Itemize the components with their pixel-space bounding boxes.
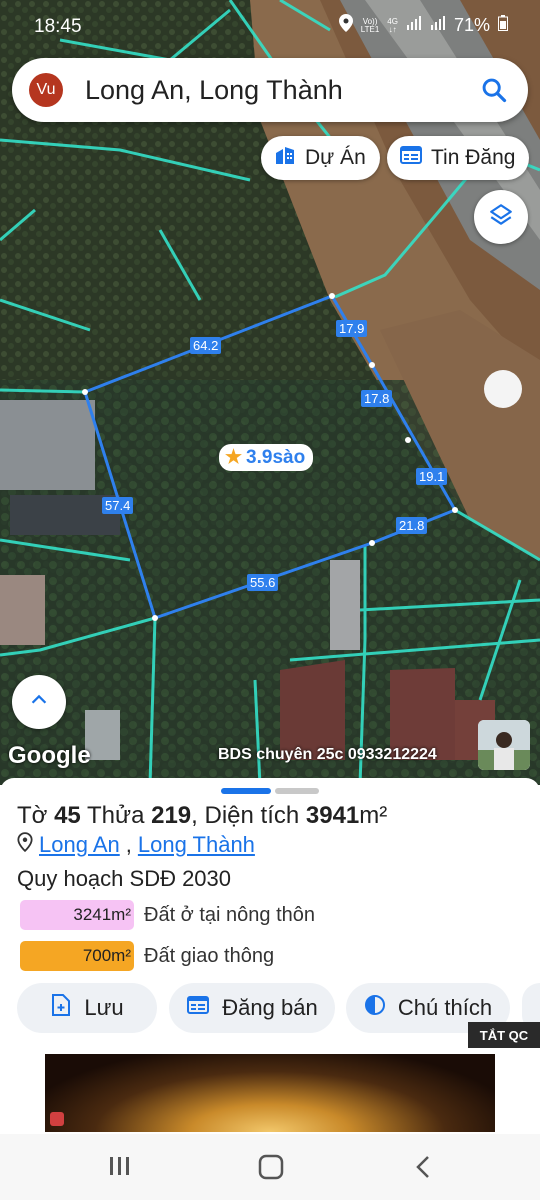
listing-icon bbox=[399, 143, 423, 173]
clock: 18:45 bbox=[34, 16, 82, 37]
land-use-label: Đất ở tại nông thôn bbox=[144, 903, 316, 926]
province-link[interactable]: Long An bbox=[39, 832, 120, 858]
home-icon[interactable] bbox=[258, 1154, 284, 1185]
sheet-handle[interactable] bbox=[221, 788, 271, 794]
google-logo: Google bbox=[8, 742, 91, 769]
title-thua-label: Thửa bbox=[80, 802, 152, 829]
land-use-area: 700m² bbox=[20, 941, 134, 971]
title-to-label: Tờ bbox=[17, 802, 55, 829]
legend-label: Chú thích bbox=[397, 995, 493, 1020]
planning-title: Quy hoạch SDĐ 2030 bbox=[17, 866, 232, 891]
title-area-label: , Diện tích bbox=[191, 802, 306, 829]
land-use-row: 3241m² Đất ở tại nông thôn bbox=[20, 900, 315, 930]
location-row: Long An, Long Thành bbox=[17, 832, 255, 858]
save-label: Lưu bbox=[84, 995, 124, 1020]
building-icon bbox=[273, 143, 297, 173]
land-use-area: 3241m² bbox=[20, 900, 134, 930]
map-credit: BDS chuyên 25c 0933212224 bbox=[218, 746, 437, 763]
sheet-handle-secondary[interactable] bbox=[275, 788, 319, 794]
post-sale-button[interactable]: Đăng bán bbox=[169, 983, 335, 1033]
listing-icon bbox=[186, 993, 210, 1023]
land-use-row: 700m² Đất giao thông bbox=[20, 941, 274, 971]
tin-dang-label: Tin Đăng bbox=[431, 146, 516, 169]
battery-percent: 71% bbox=[453, 15, 490, 35]
search-icon[interactable] bbox=[480, 76, 508, 109]
dimension-label: 55.6 bbox=[247, 574, 279, 591]
volte-bottom: LTE1 bbox=[360, 24, 380, 34]
location-separator: , bbox=[125, 832, 132, 857]
network-type: 4G ↓↑ bbox=[387, 16, 398, 34]
volte-indicator: Vo)) LTE1 bbox=[360, 17, 380, 34]
dimension-label: 21.8 bbox=[396, 517, 428, 534]
back-icon[interactable] bbox=[412, 1154, 434, 1185]
user-thumbnail[interactable] bbox=[478, 720, 530, 770]
layers-button[interactable] bbox=[474, 190, 528, 244]
land-use-label: Đất giao thông bbox=[144, 944, 275, 967]
du-an-label: Dự Án bbox=[305, 146, 366, 169]
expand-up-button[interactable] bbox=[12, 675, 66, 729]
file-add-icon bbox=[50, 993, 72, 1023]
close-ad-button[interactable]: TẮT QC bbox=[468, 1022, 540, 1050]
dimension-label: 64.2 bbox=[190, 337, 222, 354]
parcel-title: Tờ 45 Thửa 219, Diện tích 3941m² bbox=[17, 802, 387, 830]
location-icon bbox=[338, 14, 353, 37]
status-bar: 18:45 Vo)) LTE1 4G ↓↑ 71% bbox=[0, 0, 540, 52]
dimension-label: 17.9 bbox=[336, 320, 368, 337]
dimension-label: 19.1 bbox=[416, 468, 448, 485]
area-value: 3.9sào bbox=[246, 446, 306, 468]
search-input[interactable]: Long An, Long Thành bbox=[85, 75, 343, 106]
parcel-area: 3941 bbox=[305, 802, 360, 829]
system-nav-bar bbox=[0, 1134, 540, 1200]
district-link[interactable]: Long Thành bbox=[138, 832, 255, 858]
battery-icon bbox=[498, 15, 508, 36]
sheet-number: 45 bbox=[54, 802, 81, 829]
dimension-label: 17.8 bbox=[361, 390, 393, 407]
signal-icon bbox=[406, 15, 422, 36]
contrast-icon bbox=[364, 994, 386, 1022]
tin-dang-chip[interactable]: Tin Đăng bbox=[387, 136, 530, 180]
network-type-label: 4G bbox=[387, 16, 398, 26]
person-photo-icon bbox=[478, 720, 530, 770]
recent-apps-icon[interactable] bbox=[108, 1154, 132, 1183]
search-bar[interactable]: Vu Long An, Long Thành bbox=[12, 58, 528, 122]
ad-banner[interactable] bbox=[0, 1048, 540, 1134]
area-unit: m² bbox=[359, 802, 388, 829]
parcel-info-sheet: Tờ 45 Thửa 219, Diện tích 3941m² Long An… bbox=[0, 778, 540, 1048]
star-icon: ★ bbox=[225, 447, 243, 468]
parcel-number: 219 bbox=[151, 802, 192, 829]
map-side-button[interactable] bbox=[484, 370, 522, 408]
layers-icon bbox=[488, 202, 514, 233]
du-an-chip[interactable]: Dự Án bbox=[261, 136, 380, 180]
avatar[interactable]: Vu bbox=[29, 73, 63, 107]
post-sale-label: Đăng bán bbox=[222, 995, 318, 1020]
ad-badge-icon bbox=[50, 1112, 64, 1126]
chevron-up-icon bbox=[28, 689, 50, 716]
signal-icon bbox=[430, 15, 446, 36]
location-pin-icon bbox=[17, 832, 33, 858]
dimension-label: 57.4 bbox=[102, 497, 134, 514]
save-button[interactable]: Lưu bbox=[17, 983, 157, 1033]
plot-area-label[interactable]: ★ 3.9sào bbox=[219, 444, 314, 471]
ad-image[interactable] bbox=[45, 1054, 495, 1132]
